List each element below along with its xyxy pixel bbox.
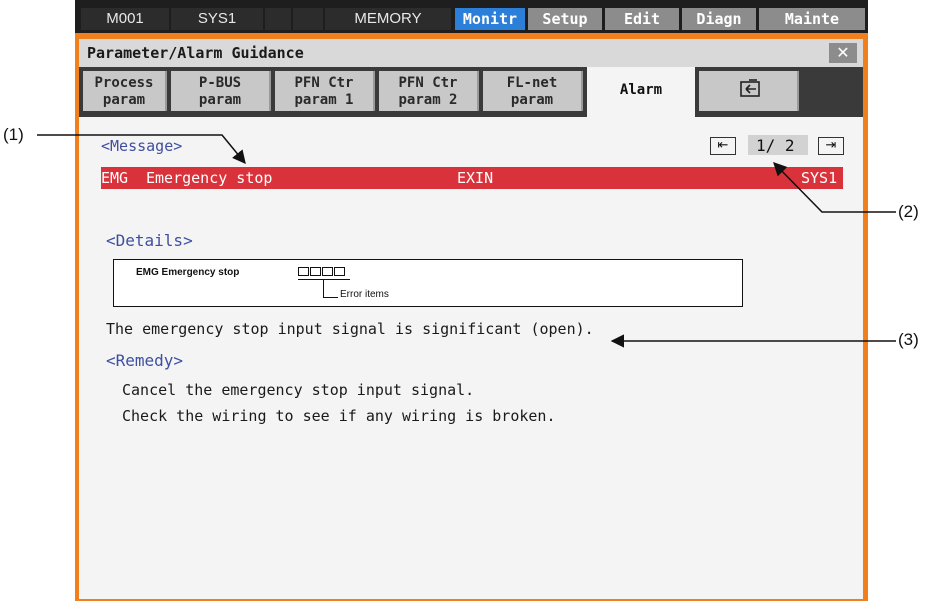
back-tab-button[interactable] — [699, 71, 799, 111]
tab-label-line2: param — [198, 92, 242, 108]
remedy-heading: <Remedy> — [106, 351, 184, 370]
last-page-button[interactable]: ⇥ — [818, 137, 844, 155]
page-number: 1/ 2 — [756, 136, 795, 155]
remedy-line: Check the wiring to see if any wiring is… — [122, 407, 556, 425]
tab-alarm[interactable]: Alarm — [587, 67, 695, 117]
tab-pfn-ctr-param-1[interactable]: PFN Ctr param 1 — [275, 71, 375, 111]
status-cell-empty-2 — [293, 8, 323, 30]
tab-label-line2: param — [510, 92, 554, 108]
window-titlebar: Parameter/Alarm Guidance ✕ — [79, 39, 863, 67]
tab-label-line1: PFN Ctr — [294, 75, 354, 91]
tab-monitr[interactable]: Monitr — [455, 8, 525, 30]
system-name: SYS1 — [171, 8, 263, 30]
alarm-source: EXIN — [457, 169, 494, 187]
status-cell-empty-1 — [265, 8, 291, 30]
alarm-message-row[interactable]: EMG Emergency stop EXIN SYS1 — [101, 167, 843, 189]
nc-screen: M001 SYS1 MEMORY Monitr Setup Edit Diagn… — [75, 0, 868, 601]
close-button[interactable]: ✕ — [829, 43, 857, 63]
tab-setup[interactable]: Setup — [528, 8, 602, 30]
remedy-line: Cancel the emergency stop input signal. — [122, 381, 475, 399]
details-box-code: EMG Emergency stop — [136, 267, 240, 278]
page-indicator: 1/ 2 — [748, 135, 808, 155]
alarm-system: SYS1 — [801, 169, 838, 187]
operation-mode: MEMORY — [325, 8, 451, 30]
status-bar: M001 SYS1 MEMORY Monitr Setup Edit Diagn… — [75, 0, 868, 33]
callout-3: (3) — [898, 330, 919, 349]
message-heading: <Message> — [101, 137, 183, 155]
error-items-label: Error items — [340, 289, 389, 300]
first-page-button[interactable]: ⇤ — [710, 137, 736, 155]
tab-fl-net-param[interactable]: FL-net param — [483, 71, 583, 111]
callout-2: (2) — [898, 202, 919, 221]
window-title: Parameter/Alarm Guidance — [87, 44, 304, 62]
tab-label-line1: P-BUS — [198, 75, 242, 91]
tab-label-line1: Process — [94, 75, 154, 91]
tab-pfn-ctr-param-2[interactable]: PFN Ctr param 2 — [379, 71, 479, 111]
details-diagram-box: EMG Emergency stop Error items — [113, 259, 743, 307]
tab-p-bus-param[interactable]: P-BUS param — [171, 71, 271, 111]
tab-label-line1: Alarm — [619, 82, 663, 98]
tab-label-line1: PFN Ctr — [398, 75, 458, 91]
tab-edit[interactable]: Edit — [605, 8, 679, 30]
tab-mainte[interactable]: Mainte — [759, 8, 865, 30]
tab-label-line2: param 1 — [294, 92, 354, 108]
tab-label-line1: FL-net — [506, 75, 558, 91]
parameter-tab-strip: Process param P-BUS param PFN Ctr param … — [79, 67, 863, 117]
tab-diagn[interactable]: Diagn — [682, 8, 756, 30]
alarm-code: EMG — [101, 169, 129, 187]
program-number: M001 — [81, 8, 169, 30]
error-items-leader — [323, 279, 338, 298]
callout-1: (1) — [3, 125, 24, 144]
folder-back-icon — [740, 79, 760, 97]
guidance-panel: <Message> ⇤ 1/ 2 ⇥ EMG Emergency stop EX… — [79, 117, 863, 599]
alarm-text: Emergency stop — [146, 169, 273, 187]
error-items-boxes — [298, 267, 346, 279]
guidance-window: Parameter/Alarm Guidance ✕ Process param… — [75, 33, 868, 601]
tab-label-line2: param — [102, 92, 146, 108]
tab-label-line2: param 2 — [398, 92, 458, 108]
tab-process-param[interactable]: Process param — [83, 71, 167, 111]
details-heading: <Details> — [106, 231, 193, 250]
details-text: The emergency stop input signal is signi… — [106, 320, 594, 338]
